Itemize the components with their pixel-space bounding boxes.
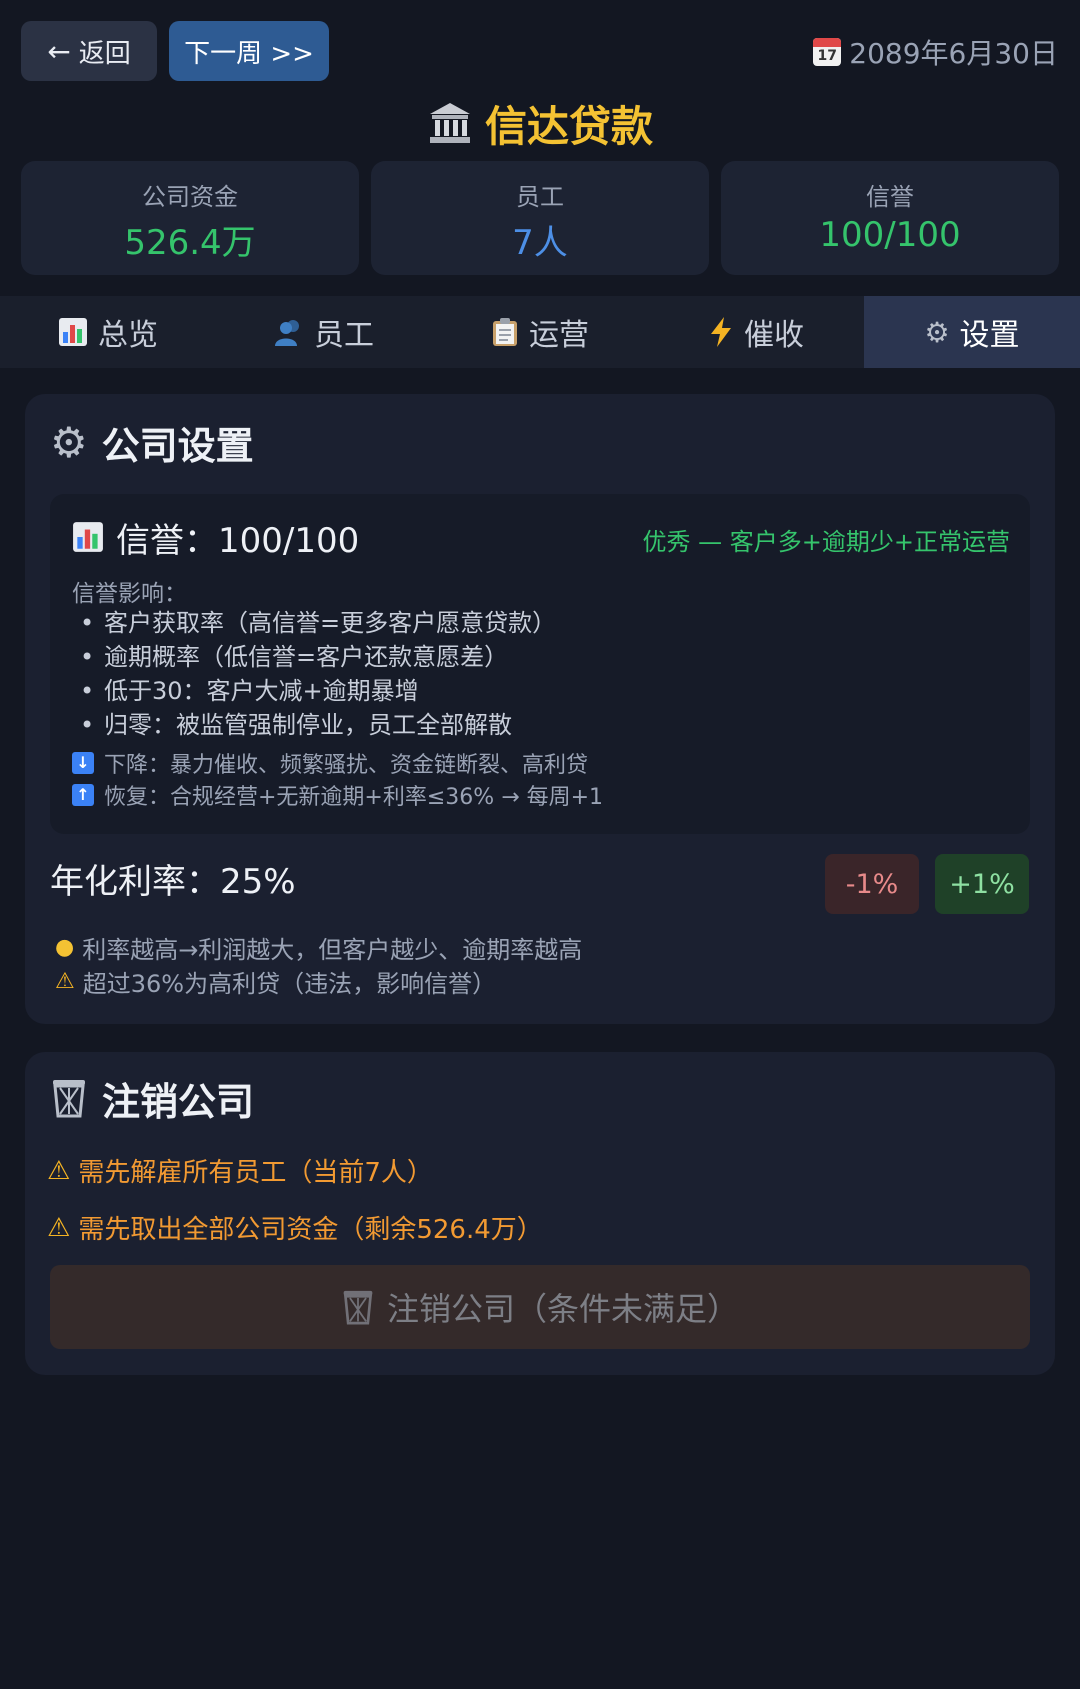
warning-icon: ⚠	[55, 969, 75, 994]
tab-staff[interactable]: 员工	[216, 296, 432, 368]
tab-settings[interactable]: ⚙ 设置	[864, 296, 1080, 368]
current-date: 2089年6月30日	[813, 32, 1058, 72]
bank-icon	[429, 103, 470, 143]
close-company-panel: 注销公司 ⚠ 需先解雇所有员工（当前7人） ⚠ 需先取出全部公司资金（剩余526…	[25, 1052, 1055, 1375]
warning-icon: ⚠	[47, 1155, 71, 1186]
lightbulb-icon: ●	[55, 935, 75, 960]
clipboard-icon	[493, 318, 517, 346]
reputation-label: 信誉	[866, 183, 914, 211]
company-name: 信达贷款	[484, 101, 653, 151]
current-date-text: 2089年6月30日	[849, 37, 1058, 70]
decrease-note-text: 下降：暴力催收、频繁骚扰、资金链断裂、高利贷	[104, 753, 589, 778]
rate-tip: ● 利率越高→利润越大，但客户越少、逾期率越高	[55, 930, 582, 965]
interest-rate-label: 年化利率：25%	[50, 862, 296, 902]
funds-value: 526.4万	[124, 223, 256, 263]
staff-label: 员工	[516, 183, 564, 211]
next-week-button-label: 下一周 >>	[184, 38, 314, 69]
tab-overview[interactable]: 总览	[0, 296, 216, 368]
recover-note-text: 恢复：合规经营+无新逾期+利率≤36% → 每周+1	[104, 785, 604, 810]
list-item: 客户获取率（高信誉=更多客户愿意贷款）	[72, 606, 556, 640]
top-bar: ← 返回 下一周 >> 2089年6月30日	[0, 0, 1080, 100]
tab-settings-label: 设置	[959, 318, 1020, 353]
decrease-note: ↓ 下降：暴力催收、频繁骚扰、资金链断裂、高利贷	[72, 747, 588, 779]
settings-title: ⚙ 公司设置	[50, 414, 254, 470]
wastebasket-icon	[53, 1080, 85, 1118]
list-item: 逾期概率（低信誉=客户还款意愿差）	[72, 640, 556, 674]
list-item: 低于30：客户大减+逾期暴增	[72, 674, 556, 708]
tab-operations-label: 运营	[529, 318, 589, 353]
back-button-label: 返回	[78, 38, 131, 69]
recover-note: ↑ 恢复：合规经营+无新逾期+利率≤36% → 每周+1	[72, 779, 603, 811]
reputation-heading-text: 信誉：100/100	[116, 520, 360, 561]
requirement-fire-staff: ⚠ 需先解雇所有员工（当前7人）	[47, 1152, 433, 1189]
arrow-up-icon: ↑	[72, 784, 94, 806]
requirement-withdraw-funds: ⚠ 需先取出全部公司资金（剩余526.4万）	[47, 1209, 543, 1246]
calendar-icon	[813, 38, 842, 66]
gear-icon: ⚙	[50, 417, 88, 467]
arrow-down-icon: ↓	[72, 752, 94, 774]
company-settings-panel: ⚙ 公司设置 信誉：100/100 优秀 — 客户多+逾期少+正常运营 信誉影响…	[25, 394, 1055, 1024]
staff-value: 7人	[512, 223, 568, 263]
tab-operations[interactable]: 运营	[432, 296, 648, 368]
company-title: 信达贷款	[0, 90, 1080, 156]
people-icon	[275, 320, 299, 346]
bar-chart-icon	[73, 522, 103, 552]
back-button[interactable]: ← 返回	[21, 21, 157, 81]
rate-warning: ⚠ 超过36%为高利贷（违法，影响信誉）	[55, 964, 496, 999]
settings-title-text: 公司设置	[101, 423, 254, 468]
reputation-status: 优秀 — 客户多+逾期少+正常运营	[642, 528, 1010, 556]
impact-title: 信誉影响：	[72, 581, 187, 607]
bar-chart-icon	[59, 318, 87, 346]
tab-overview-label: 总览	[98, 318, 158, 353]
close-company-title-text: 注销公司	[102, 1079, 255, 1124]
increase-rate-button[interactable]: +1%	[935, 854, 1029, 914]
reputation-value: 100/100	[819, 215, 961, 255]
next-week-button[interactable]: 下一周 >>	[169, 21, 329, 81]
tab-bar: 总览 员工 运营 催收 ⚙ 设置	[0, 296, 1080, 368]
rate-tip-text: 利率越高→利润越大，但客户越少、逾期率越高	[82, 936, 583, 964]
funds-card: 公司资金 526.4万	[21, 161, 359, 275]
rate-warning-text: 超过36%为高利贷（违法，影响信誉）	[82, 970, 497, 998]
tab-staff-label: 员工	[314, 318, 374, 353]
funds-label: 公司资金	[142, 183, 238, 211]
reputation-box: 信誉：100/100 优秀 — 客户多+逾期少+正常运营 信誉影响： 客户获取率…	[50, 494, 1030, 834]
warning-icon: ⚠	[47, 1212, 71, 1243]
staff-card: 员工 7人	[371, 161, 709, 275]
gear-icon: ⚙	[924, 315, 950, 349]
requirement-withdraw-funds-text: 需先取出全部公司资金（剩余526.4万）	[78, 1215, 543, 1245]
tab-collection[interactable]: 催收	[648, 296, 864, 368]
list-item: 归零：被监管强制停业，员工全部解散	[72, 708, 556, 742]
close-company-button[interactable]: 注销公司（条件未满足）	[50, 1265, 1030, 1349]
requirement-fire-staff-text: 需先解雇所有员工（当前7人）	[78, 1158, 433, 1188]
reputation-heading: 信誉：100/100	[72, 512, 359, 562]
reputation-card: 信誉 100/100	[721, 161, 1059, 275]
close-company-button-label: 注销公司（条件未满足）	[386, 1290, 739, 1328]
tab-collection-label: 催收	[744, 318, 804, 353]
decrease-rate-button[interactable]: -1%	[825, 854, 919, 914]
lightning-icon	[711, 317, 731, 347]
close-company-title: 注销公司	[50, 1070, 254, 1126]
impact-list: 客户获取率（高信誉=更多客户愿意贷款） 逾期概率（低信誉=客户还款意愿差） 低于…	[72, 606, 556, 742]
wastebasket-icon	[343, 1290, 373, 1325]
arrow-left-icon: ←	[47, 34, 71, 68]
